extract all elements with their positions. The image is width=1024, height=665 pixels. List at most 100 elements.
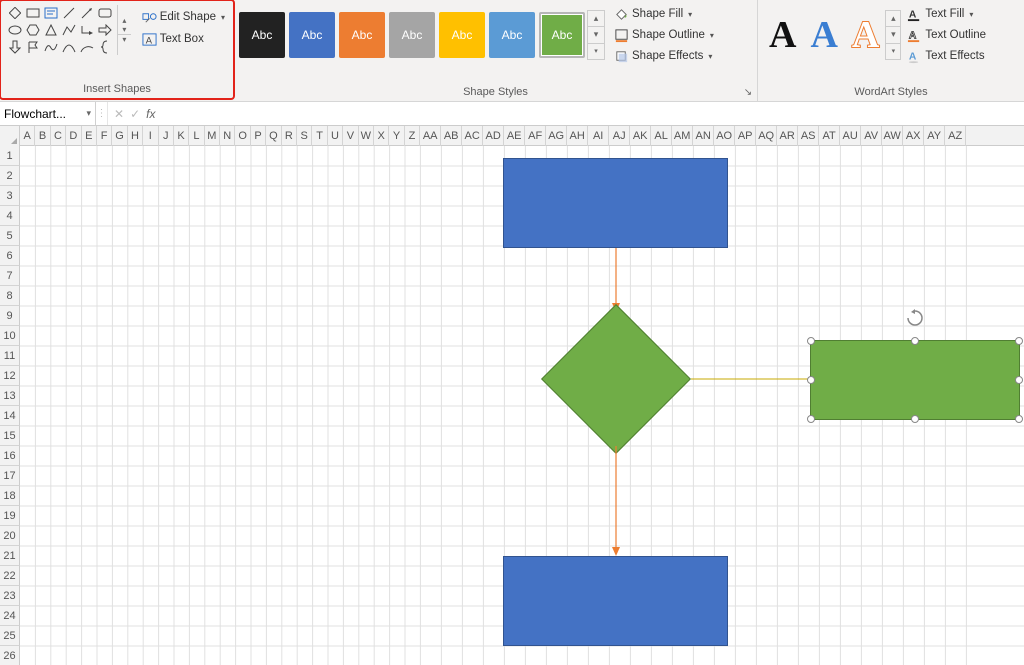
resize-handle-n[interactable] — [911, 337, 919, 345]
row-header[interactable]: 19 — [0, 506, 20, 526]
column-header[interactable]: AC — [462, 126, 483, 146]
column-header[interactable]: AP — [735, 126, 756, 146]
wordart-style-1[interactable]: A — [769, 13, 796, 57]
shapes-gallery[interactable] — [6, 5, 113, 55]
column-header[interactable]: K — [174, 126, 189, 146]
column-header[interactable]: J — [159, 126, 174, 146]
resize-handle-sw[interactable] — [807, 415, 815, 423]
row-header[interactable]: 26 — [0, 646, 20, 665]
column-header[interactable]: C — [51, 126, 66, 146]
row-header[interactable]: 12 — [0, 366, 20, 386]
text-fill-button[interactable]: A Text Fill▾ — [904, 4, 989, 24]
flowchart-decision[interactable] — [541, 304, 691, 454]
row-header[interactable]: 8 — [0, 286, 20, 306]
column-header[interactable]: Z — [405, 126, 420, 146]
row-header[interactable]: 4 — [0, 206, 20, 226]
shape-style-swatch-2[interactable]: Abc — [289, 12, 335, 58]
column-header[interactable]: AB — [441, 126, 462, 146]
shapes-gallery-more[interactable]: ▴▾▾ — [117, 5, 131, 55]
resize-handle-nw[interactable] — [807, 337, 815, 345]
column-header[interactable]: AW — [882, 126, 903, 146]
insert-function-button[interactable]: fx — [146, 107, 155, 121]
resize-handle-w[interactable] — [807, 376, 815, 384]
column-header[interactable]: AI — [588, 126, 609, 146]
column-header[interactable]: Q — [266, 126, 281, 146]
column-header[interactable]: AU — [840, 126, 861, 146]
row-header[interactable]: 2 — [0, 166, 20, 186]
shape-style-swatch-7[interactable]: Abc — [539, 12, 585, 58]
shape-outline-button[interactable]: Shape Outline▾ — [611, 25, 717, 45]
column-header[interactable]: W — [359, 126, 374, 146]
column-header[interactable]: B — [35, 126, 50, 146]
row-header[interactable]: 11 — [0, 346, 20, 366]
column-header[interactable]: R — [282, 126, 297, 146]
shape-styles-dialog-launcher[interactable]: ↘ — [741, 85, 755, 99]
name-box-resize-handle[interactable]: ⋮ — [96, 102, 108, 125]
column-header[interactable]: AG — [546, 126, 567, 146]
column-header[interactable]: AT — [819, 126, 840, 146]
resize-handle-s[interactable] — [911, 415, 919, 423]
shape-oval-icon[interactable] — [6, 22, 23, 38]
shape-freeform-icon[interactable] — [60, 22, 77, 38]
shape-diamond-icon[interactable] — [6, 5, 23, 21]
shape-triangle-icon[interactable] — [42, 22, 59, 38]
shape-line-icon[interactable] — [60, 5, 77, 21]
column-header[interactable]: AX — [903, 126, 924, 146]
column-header[interactable]: AD — [483, 126, 504, 146]
row-header[interactable]: 16 — [0, 446, 20, 466]
column-header[interactable]: AH — [567, 126, 588, 146]
select-all-cell[interactable] — [0, 126, 20, 146]
shape-curve-icon[interactable] — [60, 39, 77, 55]
row-header[interactable]: 22 — [0, 566, 20, 586]
name-box-dropdown-icon[interactable]: ▾ — [86, 108, 91, 119]
column-header[interactable]: G — [112, 126, 127, 146]
flowchart-process-right[interactable] — [810, 340, 1020, 420]
shape-arc-icon[interactable] — [78, 39, 95, 55]
column-header[interactable]: M — [205, 126, 220, 146]
column-header[interactable]: V — [343, 126, 358, 146]
row-header[interactable]: 1 — [0, 146, 20, 166]
row-header[interactable]: 5 — [0, 226, 20, 246]
column-header[interactable]: AY — [924, 126, 945, 146]
edit-shape-button[interactable]: Edit Shape▾ — [139, 7, 228, 27]
shape-arrow-line-icon[interactable] — [78, 5, 95, 21]
column-header[interactable]: X — [374, 126, 389, 146]
shape-flag-icon[interactable] — [24, 39, 41, 55]
column-header[interactable]: AS — [798, 126, 819, 146]
flowchart-process-bottom[interactable] — [503, 556, 728, 646]
row-header[interactable]: 21 — [0, 546, 20, 566]
column-header[interactable]: H — [128, 126, 143, 146]
rotation-handle[interactable] — [906, 309, 924, 327]
row-header[interactable]: 13 — [0, 386, 20, 406]
resize-handle-e[interactable] — [1015, 376, 1023, 384]
wordart-gallery-more[interactable]: ▴▾▾ — [885, 10, 901, 60]
shape-rect-icon[interactable] — [24, 5, 41, 21]
row-header[interactable]: 7 — [0, 266, 20, 286]
column-header[interactable]: AF — [525, 126, 546, 146]
shape-scribble-icon[interactable] — [42, 39, 59, 55]
column-header[interactable]: A — [20, 126, 35, 146]
row-header[interactable]: 9 — [0, 306, 20, 326]
column-header[interactable]: O — [235, 126, 250, 146]
column-header[interactable]: AJ — [609, 126, 630, 146]
name-box[interactable]: Flowchart... ▾ — [0, 102, 96, 126]
shape-elbow-arrow-icon[interactable] — [78, 22, 95, 38]
wordart-style-2[interactable]: A — [810, 13, 837, 57]
connector-top-to-decision[interactable] — [613, 248, 623, 312]
column-header[interactable]: S — [297, 126, 312, 146]
column-header[interactable]: N — [220, 126, 235, 146]
shape-textbox-icon[interactable] — [42, 5, 59, 21]
column-header[interactable]: AM — [672, 126, 693, 146]
row-header[interactable]: 25 — [0, 626, 20, 646]
column-header[interactable]: AQ — [756, 126, 777, 146]
column-header[interactable]: Y — [389, 126, 404, 146]
wordart-style-3[interactable]: A — [852, 13, 879, 57]
column-header[interactable]: D — [66, 126, 81, 146]
column-header[interactable]: F — [97, 126, 112, 146]
resize-handle-ne[interactable] — [1015, 337, 1023, 345]
column-header[interactable]: AN — [693, 126, 714, 146]
shape-style-gallery-scroll[interactable]: ▴▾▾ — [587, 10, 605, 60]
row-header[interactable]: 23 — [0, 586, 20, 606]
connector-decision-to-bottom[interactable] — [613, 446, 623, 556]
shape-style-swatch-4[interactable]: Abc — [389, 12, 435, 58]
